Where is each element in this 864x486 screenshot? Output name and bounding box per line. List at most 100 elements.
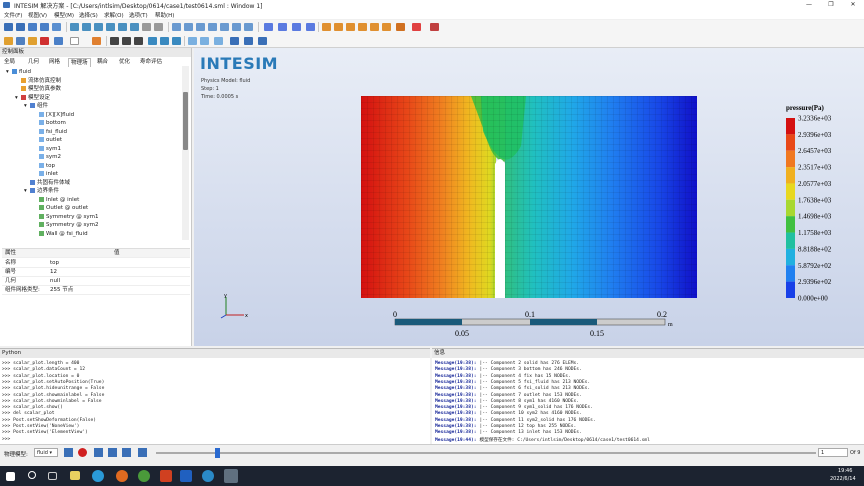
color-icon[interactable] [92,37,101,45]
zoom-icon[interactable] [94,23,103,31]
tree-item[interactable]: sym2 [33,153,61,161]
ruler-icon[interactable] [244,37,253,45]
select-box-icon[interactable] [264,23,273,31]
menu-select[interactable]: 选择(S) [79,11,98,19]
tree-item[interactable]: top [33,162,55,170]
powerpoint-icon[interactable] [160,470,172,482]
tab-coupling[interactable]: 耦合 [97,58,108,67]
tree-item[interactable]: [X][X]fluid [33,111,74,119]
tree-item[interactable]: 流体仿真控制 [15,77,61,85]
tree-item[interactable]: Wall @ fsi_fluid [33,230,88,238]
play-icon[interactable] [122,448,131,457]
filter-group-icon[interactable] [382,23,391,31]
tree-item[interactable]: Symmetry @ sym1 [33,213,99,221]
pan-icon[interactable] [82,23,91,31]
rotate-icon[interactable] [70,23,79,31]
tree-item[interactable]: bottom [33,119,66,127]
undo-icon[interactable] [142,23,151,31]
tree-item[interactable]: Outlet @ outlet [33,204,88,212]
geometry-icon[interactable] [4,37,13,45]
filter-body-icon[interactable] [358,23,367,31]
tree-item[interactable]: Symmetry @ sym2 [33,221,99,229]
display-settings-icon[interactable] [110,37,119,45]
menu-file[interactable]: 文件(F) [4,11,22,19]
tree-item[interactable]: 共固有件体域 [24,179,70,187]
lock-icon[interactable] [40,37,49,45]
tab-life-assessment[interactable]: 寿命评估 [140,58,162,67]
property-row[interactable]: 编号 12 [2,268,190,277]
tree-item[interactable]: ▾ fluid [6,68,31,76]
select-edge-icon[interactable] [292,23,301,31]
redo-icon[interactable] [154,23,163,31]
filter-face-icon[interactable] [346,23,355,31]
scrollbar-thumb[interactable] [183,92,188,150]
tab-global[interactable]: 全局 [4,58,15,67]
tab-optimization[interactable]: 优化 [119,58,130,67]
zoom-out-icon[interactable] [118,23,127,31]
task-view-icon[interactable] [48,472,57,480]
view-top-icon[interactable] [220,23,229,31]
blank-view-icon[interactable] [70,37,79,45]
annotation-icon[interactable] [258,37,267,45]
intesim-taskbar-icon[interactable] [224,469,238,483]
menu-help[interactable]: 帮助(H) [155,11,174,19]
prev-frame-icon[interactable] [108,448,117,457]
fit-view-icon[interactable] [130,23,139,31]
edge-browser-icon[interactable] [92,470,104,482]
view-back-icon[interactable] [184,23,193,31]
menu-model[interactable]: 模型(M) [54,11,74,19]
selection-mode-icon[interactable] [412,23,421,31]
menu-solve[interactable]: 求解(O) [104,11,124,19]
selection-options-icon[interactable] [430,23,439,31]
firefox-icon[interactable] [116,470,128,482]
tree-item[interactable]: outlet [33,136,62,144]
tree-item[interactable]: ▾ 组件 [24,102,48,110]
import-icon[interactable] [52,23,61,31]
new-file-icon[interactable] [4,23,13,31]
windows-start-icon[interactable] [6,472,15,481]
search-icon[interactable] [28,471,36,479]
show-edges-icon[interactable] [160,37,169,45]
first-frame-icon[interactable] [94,448,103,457]
open-file-icon[interactable] [16,23,25,31]
app-icon[interactable] [202,470,214,482]
tree-item[interactable]: Inlet @ inlet [33,196,79,204]
select-face-icon[interactable] [306,23,315,31]
mesh-icon[interactable] [16,37,25,45]
last-frame-icon[interactable] [138,448,147,457]
view-iso-icon[interactable] [244,23,253,31]
frame-input[interactable]: 1 [818,448,848,457]
tree-item[interactable]: ▾ 模型设定 [15,94,50,102]
material-icon[interactable] [28,37,37,45]
record-icon[interactable] [78,448,87,457]
menu-options[interactable]: 选项(T) [129,11,148,19]
tab-mesh[interactable]: 网格 [49,58,60,67]
tree-item[interactable]: 模型仿真参数 [15,85,61,93]
tree-item[interactable]: inlet [33,170,58,178]
plane-zx-icon[interactable] [214,37,223,45]
filter-component-icon[interactable] [370,23,379,31]
pressure-contour-plot[interactable] [361,96,697,298]
save-as-icon[interactable] [40,23,49,31]
view-left-icon[interactable] [196,23,205,31]
view-bottom-icon[interactable] [232,23,241,31]
tree-scrollbar[interactable] [182,66,189,240]
filter-node-icon[interactable] [322,23,331,31]
show-nodes-icon[interactable] [172,37,181,45]
tab-geometry[interactable]: 几何 [28,58,39,67]
loop-icon[interactable] [64,448,73,457]
select-point-icon[interactable] [278,23,287,31]
model-select[interactable]: fluid ▾ [34,448,58,457]
file-explorer-icon[interactable] [70,471,80,480]
frame-slider-thumb[interactable] [215,448,221,458]
tab-physics[interactable]: 物理场 [68,58,91,67]
restore-icon[interactable]: ❐ [822,0,840,10]
property-row[interactable]: 几何 null [2,277,190,286]
tree-item[interactable]: ▾ 边界条件 [24,187,59,195]
plane-xy-icon[interactable] [188,37,197,45]
background-icon[interactable] [122,37,131,45]
property-row[interactable]: 组件网格类型: 255 节点 [2,286,190,295]
property-row[interactable]: 名称 top [2,259,190,268]
pick-icon[interactable] [396,23,405,31]
word-icon[interactable] [180,470,192,482]
